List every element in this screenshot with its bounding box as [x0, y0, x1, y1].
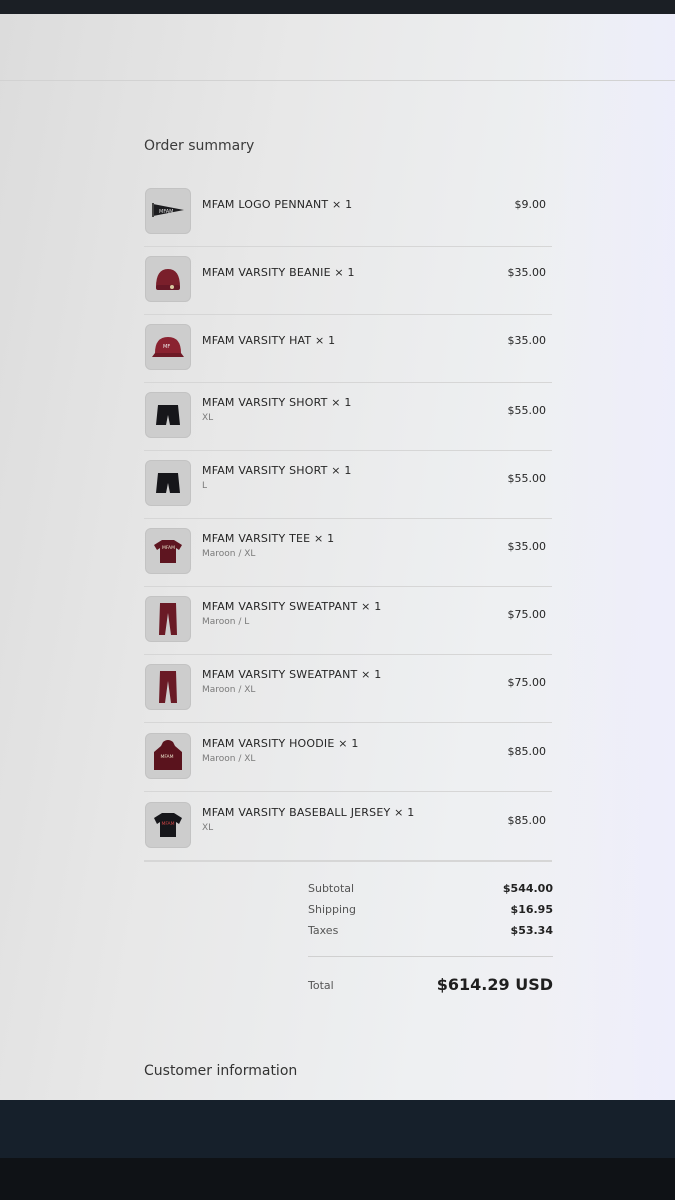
order-item: MF MFAM VARSITY HAT × 1 $35.00	[144, 314, 552, 383]
item-variant: Maroon / L	[202, 617, 250, 627]
svg-text:MFAM: MFAM	[161, 754, 174, 760]
item-name: MFAM VARSITY BASEBALL JERSEY × 1	[202, 806, 415, 819]
item-price: $75.00	[507, 608, 547, 621]
beanie-icon	[145, 256, 191, 302]
svg-text:MFAM: MFAM	[162, 545, 175, 551]
item-name: MFAM VARSITY SHORT × 1	[202, 396, 352, 409]
item-name: MFAM VARSITY SHORT × 1	[202, 464, 352, 477]
svg-text:MFAM: MFAM	[159, 209, 173, 215]
item-name: MFAM LOGO PENNANT × 1	[202, 198, 353, 211]
shipping-row: Shipping $16.95	[308, 903, 553, 921]
taxes-row: Taxes $53.34	[308, 924, 553, 942]
order-item: MFAM VARSITY SWEATPANT × 1 Maroon / XL $…	[144, 654, 552, 723]
sweatpant-icon	[145, 596, 191, 642]
subtotal-row: Subtotal $544.00	[308, 882, 553, 900]
pennant-icon: MFAM	[145, 188, 191, 234]
item-variant: Maroon / XL	[202, 754, 256, 764]
item-price: $55.00	[507, 404, 547, 417]
item-variant: Maroon / XL	[202, 685, 256, 695]
shipping-label: Shipping	[308, 903, 356, 916]
taskbar	[0, 1100, 675, 1158]
item-variant: L	[202, 481, 208, 491]
item-name: MFAM VARSITY TEE × 1	[202, 532, 335, 545]
item-variant: XL	[202, 413, 214, 423]
order-item: MFAM VARSITY SHORT × 1 L $55.00	[144, 450, 552, 519]
subtotal-value: $544.00	[502, 882, 553, 895]
customer-information-title: Customer information	[144, 1063, 298, 1079]
total-divider	[308, 956, 553, 957]
order-summary-title: Order summary	[144, 138, 255, 154]
svg-text:MFAM: MFAM	[162, 821, 175, 827]
item-name: MFAM VARSITY SWEATPANT × 1	[202, 600, 382, 613]
order-item: MFAM MFAM VARSITY TEE × 1 Maroon / XL $3…	[144, 518, 552, 587]
total-label: Total	[308, 979, 334, 992]
order-item: MFAM MFAM VARSITY BASEBALL JERSEY × 1 XL…	[144, 792, 552, 861]
shipping-value: $16.95	[510, 903, 553, 916]
taxes-value: $53.34	[510, 924, 553, 937]
item-name: MFAM VARSITY HAT × 1	[202, 334, 336, 347]
item-price: $35.00	[507, 334, 547, 347]
item-price: $75.00	[507, 676, 547, 689]
shorts-icon	[145, 460, 191, 506]
sweatpant-icon	[145, 664, 191, 710]
shorts-icon	[145, 392, 191, 438]
order-item: MFAM VARSITY SWEATPANT × 1 Maroon / L $7…	[144, 586, 552, 655]
hoodie-icon: MFAM	[145, 733, 191, 779]
item-name: MFAM VARSITY SWEATPANT × 1	[202, 668, 382, 681]
item-variant: Maroon / XL	[202, 549, 256, 559]
hat-icon: MF	[145, 324, 191, 370]
item-price: $9.00	[514, 198, 547, 211]
order-item: MFAM VARSITY BEANIE × 1 $35.00	[144, 246, 552, 315]
item-price: $35.00	[507, 540, 547, 553]
svg-text:MF: MF	[163, 344, 170, 350]
jersey-icon: MFAM	[145, 802, 191, 848]
order-item: MFAM VARSITY SHORT × 1 XL $55.00	[144, 382, 552, 451]
total-value: $614.29 USD	[436, 975, 553, 994]
item-price: $85.00	[507, 745, 547, 758]
taxes-label: Taxes	[308, 924, 339, 937]
item-price: $55.00	[507, 472, 547, 485]
item-name: MFAM VARSITY BEANIE × 1	[202, 266, 355, 279]
items-divider	[144, 861, 552, 862]
monitor-bottom-bezel	[0, 1158, 675, 1200]
item-price: $35.00	[507, 266, 547, 279]
tee-icon: MFAM	[145, 528, 191, 574]
monitor-top-bezel	[0, 0, 675, 14]
item-variant: XL	[202, 823, 214, 833]
header-divider	[0, 80, 675, 81]
subtotal-label: Subtotal	[308, 882, 355, 895]
item-name: MFAM VARSITY HOODIE × 1	[202, 737, 359, 750]
order-item: MFAM MFAM VARSITY HOODIE × 1 Maroon / XL…	[144, 723, 552, 792]
order-item: MFAM MFAM LOGO PENNANT × 1 $9.00	[144, 178, 552, 247]
item-price: $85.00	[507, 814, 547, 827]
